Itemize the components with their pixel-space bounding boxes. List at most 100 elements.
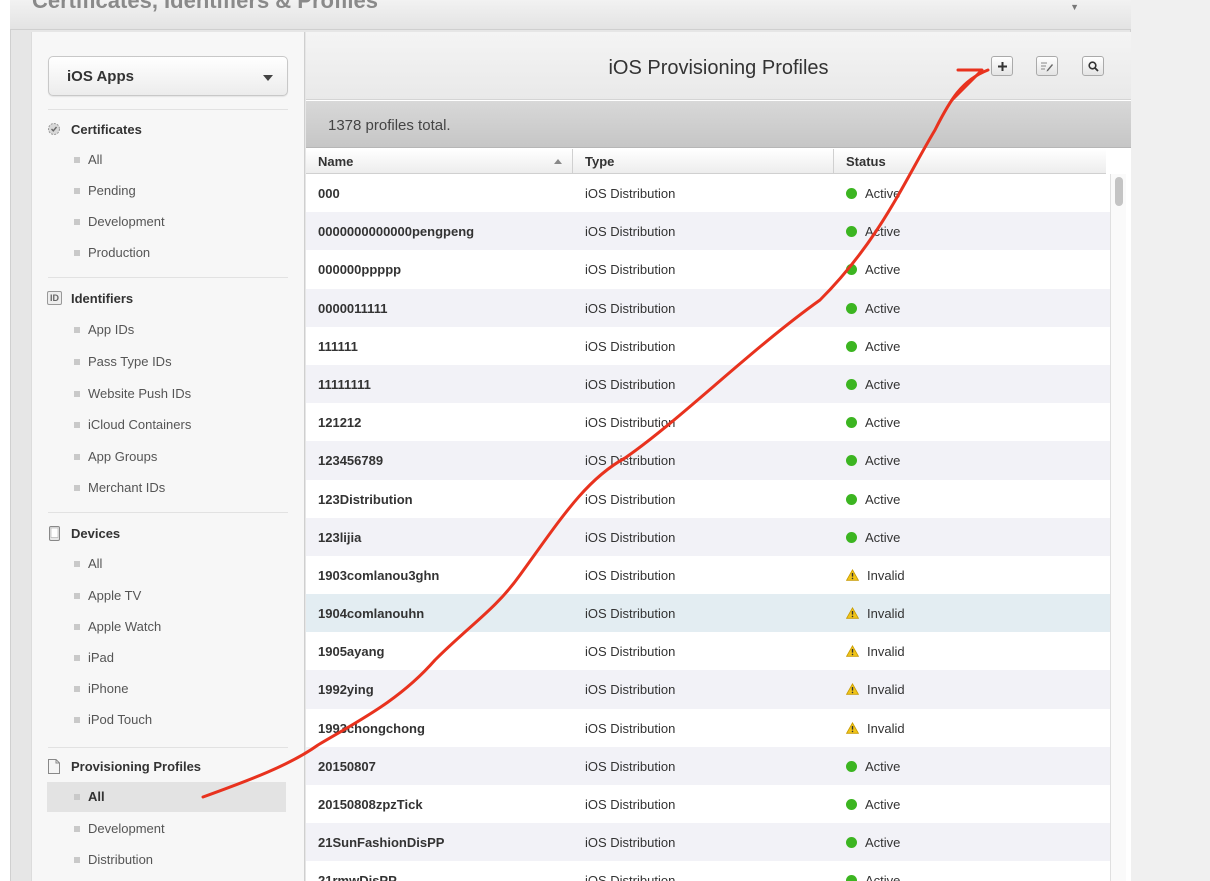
sidebar-item-pass-type-ids[interactable]: Pass Type IDs [47, 347, 286, 377]
warning-icon [846, 607, 859, 619]
sidebar-item-certificates-pending[interactable]: Pending [47, 176, 286, 206]
bullet-icon [74, 686, 80, 692]
profile-type: iOS Distribution [585, 453, 676, 469]
table-row[interactable]: 0000000000000pengpeng iOS Distribution Act… [306, 212, 1110, 251]
table-row[interactable]: 000 iOS Distribution Active [306, 174, 1110, 213]
table-row[interactable]: 1903comlanou3ghn iOS Distribution Invalid [306, 555, 1110, 595]
sidebar-item-certificates-all[interactable]: All [47, 145, 286, 175]
table-row[interactable]: 11111111 iOS Distribution Active [306, 364, 1110, 404]
status-cell: Invalid [846, 568, 905, 583]
sidebar-item-iphone[interactable]: iPhone [47, 674, 286, 704]
status-cell: Invalid [846, 721, 905, 736]
document-icon [47, 758, 61, 774]
sidebar-item-app-ids[interactable]: App IDs [47, 315, 286, 345]
sidebar-item-app-groups[interactable]: App Groups [47, 442, 286, 472]
id-card-icon: ID [47, 291, 62, 305]
sidebar-item-devices-all[interactable]: All [47, 549, 286, 579]
profile-count: 1378 profiles total. [328, 117, 451, 134]
sidebar-item-ipod-touch[interactable]: iPod Touch [47, 705, 286, 735]
sidebar-item-icloud-containers[interactable]: iCloud Containers [47, 410, 286, 440]
bullet-icon [74, 157, 80, 163]
status-cell: Invalid [846, 682, 905, 697]
table-row[interactable]: 1904comlanouhn iOS Distribution Invalid [306, 594, 1110, 633]
sort-ascending-icon [554, 159, 562, 164]
profile-type: iOS Distribution [585, 491, 676, 507]
main-header: iOS Provisioning Profiles [306, 32, 1131, 100]
section-label: Certificates [71, 122, 142, 137]
edit-button[interactable] [1036, 56, 1058, 76]
sidebar-item-ipad[interactable]: iPad [47, 643, 286, 673]
table-row[interactable]: 123456789 iOS Distribution Active [306, 441, 1110, 480]
profile-type: iOS Distribution [585, 300, 676, 316]
table-row[interactable]: 20150808zpzTick iOS Distribution Active [306, 785, 1110, 824]
profile-name: 121212 [318, 415, 362, 431]
bullet-icon [74, 250, 80, 256]
column-header-name[interactable]: Name [306, 149, 573, 174]
bullet-icon [74, 422, 80, 428]
sidebar-item-website-push-ids[interactable]: Website Push IDs [47, 379, 286, 409]
chevron-down-icon[interactable]: ▼ [1070, 2, 1079, 12]
sidebar-item-label: All [88, 789, 105, 804]
profile-name: 0000011111 [318, 300, 388, 316]
sidebar-item-label: All [88, 152, 103, 167]
table-row[interactable]: 111111 iOS Distribution Active [306, 326, 1110, 365]
column-header-label: Type [585, 154, 615, 169]
scrollbar-thumb[interactable] [1115, 177, 1123, 206]
profile-name: 111111 [318, 338, 358, 354]
table-row[interactable]: 1905ayang iOS Distribution Invalid [306, 632, 1110, 671]
sidebar-item-label: iPod Touch [88, 712, 153, 727]
table-row[interactable]: 123Distribution iOS Distribution Active [306, 479, 1110, 518]
table-row[interactable]: 0000011111 iOS Distribution Active [306, 288, 1110, 327]
sidebar-item-certificates-development[interactable]: Development [47, 207, 286, 237]
profile-type: iOS Distribution [585, 415, 676, 431]
bullet-icon [74, 624, 80, 630]
divider [48, 277, 288, 278]
table-header: Name Type Status [306, 149, 1106, 174]
table-row[interactable]: 21SunFashionDisPP iOS Distribution Active [306, 823, 1110, 862]
warning-icon [846, 645, 859, 657]
profile-name: 000000ppppp [318, 262, 402, 278]
status-dot-icon [846, 455, 857, 467]
page-header-title: Certificates, Identifiers & Profiles [32, 0, 378, 13]
profile-name: 000 [318, 186, 340, 201]
status-dot-icon [846, 493, 857, 505]
sidebar-item-profiles-distribution[interactable]: Distribution [47, 845, 286, 875]
profile-name: 1993chongchong [318, 720, 425, 736]
table-row[interactable]: 000000ppppp iOS Distribution Active [306, 250, 1110, 289]
column-header-type[interactable]: Type [573, 149, 834, 174]
bullet-icon [74, 717, 80, 723]
sidebar-item-label: Development [88, 214, 165, 229]
add-profile-button[interactable] [991, 56, 1013, 76]
sidebar-item-apple-watch[interactable]: Apple Watch [47, 612, 286, 642]
status-text: Active [865, 797, 901, 812]
sidebar-item-label: iPhone [88, 681, 129, 696]
status-dot-icon [846, 837, 857, 849]
profile-type: iOS Distribution [585, 682, 676, 698]
sidebar-item-apple-tv[interactable]: Apple TV [47, 581, 286, 611]
sidebar-item-profiles-development[interactable]: Development [47, 814, 286, 844]
table-row[interactable]: 121212 iOS Distribution Active [306, 403, 1110, 442]
table-row[interactable]: 1993chongchong iOS Distribution Invalid [306, 708, 1110, 747]
sidebar-item-label: Apple Watch [88, 619, 162, 634]
status-text: Active [865, 529, 901, 545]
platform-dropdown[interactable]: iOS Apps [48, 56, 288, 96]
bullet-icon [74, 826, 80, 832]
column-header-status[interactable]: Status [834, 149, 1106, 174]
sidebar-item-label: Pass Type IDs [88, 354, 172, 369]
sidebar-item-profiles-all[interactable]: All [47, 782, 286, 812]
sidebar-item-merchant-ids[interactable]: Merchant IDs [47, 473, 286, 503]
status-text: Active [865, 415, 901, 431]
status-text: Active [865, 224, 901, 240]
sidebar-item-certificates-production[interactable]: Production [47, 238, 286, 268]
table-row[interactable]: 1992ying iOS Distribution Invalid [306, 670, 1110, 709]
scrollbar[interactable] [1110, 174, 1126, 881]
table-row[interactable]: 123lijia iOS Distribution Active [306, 517, 1110, 556]
status-cell: Invalid [846, 606, 905, 621]
table-row[interactable]: 20150807 iOS Distribution Active [306, 746, 1110, 785]
status-cell: Active [846, 530, 900, 545]
search-button[interactable] [1082, 56, 1104, 76]
profile-name: 1903comlanou3ghn [318, 567, 440, 583]
table-row[interactable]: 21rmwDisPP iOS Distribution Active [306, 861, 1110, 881]
page-background [1131, 0, 1210, 881]
bullet-icon [74, 219, 80, 225]
